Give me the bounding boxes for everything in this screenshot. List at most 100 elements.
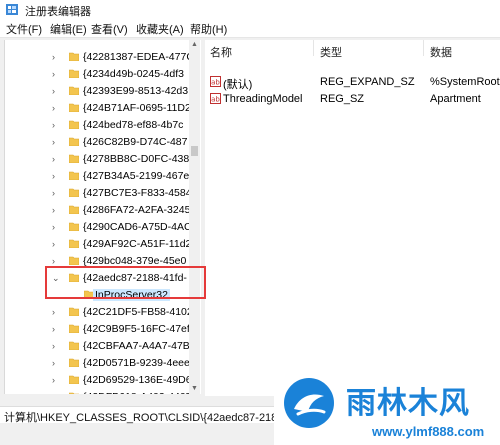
- folder-icon: [69, 341, 79, 350]
- tree-key[interactable]: › {42CBFAA7-A4A7-47B: [5, 338, 201, 355]
- tree-key[interactable]: › {4286FA72-A2FA-3245: [5, 202, 201, 219]
- value-name: ThreadingModel: [223, 93, 303, 105]
- tree-key-label: {4234d49b-0245-4df3: [83, 68, 185, 80]
- tree-key-label: {42D0571B-9239-4eee: [83, 357, 190, 369]
- folder-icon: [69, 256, 79, 265]
- tree-scrollbar[interactable]: ▲ ▼: [189, 40, 200, 394]
- folder-icon: [69, 392, 79, 394]
- tree-key[interactable]: › {42393E99-8513-42d3: [5, 83, 201, 100]
- value-name: (默认): [223, 79, 253, 91]
- tree-key-label: {429AF92C-A51F-11d2: [83, 238, 192, 250]
- chevron-right-icon[interactable]: ›: [52, 205, 60, 215]
- menu-edit[interactable]: 编辑(E): [50, 21, 87, 37]
- folder-icon: [69, 52, 79, 61]
- tree-key[interactable]: › {427BC7E3-F833-4584: [5, 185, 201, 202]
- string-value-icon: ab: [210, 76, 221, 87]
- tree-key[interactable]: › {4278BB8C-D0FC-4380: [5, 151, 201, 168]
- tree-key-label: {42CBFAA7-A4A7-47B: [83, 340, 190, 352]
- menu-help[interactable]: 帮助(H): [190, 21, 227, 37]
- menu-favorites[interactable]: 收藏夹(A): [136, 21, 184, 37]
- watermark-title: 雨林木风: [346, 386, 470, 421]
- tree-key[interactable]: › {424B71AF-0695-11D2: [5, 100, 201, 117]
- tree-key-label: {4286FA72-A2FA-3245: [83, 204, 191, 216]
- chevron-right-icon[interactable]: ›: [52, 307, 60, 317]
- highlight-annotation: [45, 266, 206, 299]
- tree-key-label: {42281387-EDEA-477C: [83, 51, 194, 63]
- tree-key[interactable]: › {42281387-EDEA-477C: [5, 49, 201, 66]
- value-type: REG_EXPAND_SZ: [320, 76, 415, 88]
- folder-icon: [69, 86, 79, 95]
- tree-key[interactable]: › {42D69529-136E-49D6: [5, 372, 201, 389]
- menu-view[interactable]: 查看(V): [91, 21, 128, 37]
- tree-key[interactable]: › {42C21DF5-FB58-4102: [5, 304, 201, 321]
- tree-key[interactable]: › {429AF92C-A51F-11d2: [5, 236, 201, 253]
- chevron-right-icon[interactable]: ›: [52, 358, 60, 368]
- folder-icon: [69, 375, 79, 384]
- chevron-right-icon[interactable]: ›: [52, 222, 60, 232]
- folder-icon: [69, 154, 79, 163]
- status-path: 计算机\HKEY_CLASSES_ROOT\CLSID\{42aedc87-21…: [4, 412, 288, 424]
- tree-key-label: {42393E99-8513-42d3: [83, 85, 189, 97]
- value-row[interactable]: ab ThreadingModel REG_SZ Apartment: [205, 91, 500, 108]
- folder-icon: [69, 307, 79, 316]
- tree-key-label: {424B71AF-0695-11D2: [83, 102, 191, 114]
- tree-key-label: {42DFB618-A403-4407: [83, 391, 192, 394]
- column-separator[interactable]: [313, 40, 314, 56]
- folder-icon: [69, 120, 79, 129]
- tree-key-label: {42C21DF5-FB58-4102: [83, 306, 193, 318]
- chevron-right-icon[interactable]: ›: [52, 324, 60, 334]
- tree-key-label: {424bed78-ef88-4b7c: [83, 119, 184, 131]
- chevron-right-icon[interactable]: ›: [52, 171, 60, 181]
- window-title: 注册表编辑器: [25, 6, 91, 18]
- folder-icon: [69, 324, 79, 333]
- tree-key[interactable]: › {42D0571B-9239-4eee: [5, 355, 201, 372]
- folder-icon: [69, 137, 79, 146]
- tree-key[interactable]: › {4234d49b-0245-4df3: [5, 66, 201, 83]
- chevron-right-icon[interactable]: ›: [52, 52, 60, 62]
- folder-icon: [69, 205, 79, 214]
- chevron-right-icon[interactable]: ›: [52, 103, 60, 113]
- chevron-right-icon[interactable]: ›: [52, 86, 60, 96]
- value-data: Apartment: [430, 93, 481, 105]
- folder-icon: [69, 358, 79, 367]
- chevron-right-icon[interactable]: ›: [52, 188, 60, 198]
- string-value-icon: ab: [210, 93, 221, 104]
- scroll-up-arrow-icon[interactable]: ▲: [190, 40, 199, 50]
- chevron-right-icon[interactable]: ›: [52, 137, 60, 147]
- chevron-right-icon[interactable]: ›: [52, 154, 60, 164]
- chevron-right-icon[interactable]: ›: [52, 256, 60, 266]
- tree-key[interactable]: › {426C82B9-D74C-487: [5, 134, 201, 151]
- menu-file[interactable]: 文件(F): [6, 21, 42, 37]
- brand-logo-icon: [284, 378, 334, 428]
- svg-text:ab: ab: [211, 96, 220, 104]
- key-tree[interactable]: › {42281387-EDEA-477C › {4234d49b-0245-4df3…: [4, 40, 201, 394]
- tree-key-label: {42D69529-136E-49D6: [83, 374, 192, 386]
- tree-key[interactable]: › {42C9B9F5-16FC-47ef: [5, 321, 201, 338]
- chevron-right-icon[interactable]: ›: [52, 69, 60, 79]
- tree-key-label: {426C82B9-D74C-487: [83, 136, 188, 148]
- folder-icon: [69, 69, 79, 78]
- scroll-down-arrow-icon[interactable]: ▼: [190, 384, 199, 394]
- value-row[interactable]: ab (默认) REG_EXPAND_SZ %SystemRoot%: [205, 74, 500, 91]
- chevron-right-icon[interactable]: ›: [52, 375, 60, 385]
- regedit-icon: [6, 4, 18, 15]
- title-bar: 注册表编辑器: [0, 0, 500, 19]
- chevron-right-icon[interactable]: ›: [52, 341, 60, 351]
- column-header-name[interactable]: 名称: [210, 44, 232, 60]
- chevron-right-icon[interactable]: ›: [52, 239, 60, 249]
- tree-key[interactable]: › {42DFB618-A403-4407: [5, 389, 201, 394]
- chevron-right-icon[interactable]: ›: [52, 120, 60, 130]
- tree-key[interactable]: › {424bed78-ef88-4b7c: [5, 117, 201, 134]
- tree-key[interactable]: › {427B34A5-2199-467e: [5, 168, 201, 185]
- column-header-data[interactable]: 数据: [430, 44, 452, 60]
- chevron-right-icon[interactable]: ›: [52, 392, 60, 394]
- values-list[interactable]: 名称 类型 数据 ab (默认) REG_EXPAND_SZ %SystemRo…: [205, 40, 500, 396]
- tree-key-label: {4278BB8C-D0FC-4380: [83, 153, 196, 165]
- tree-key-label: {427B34A5-2199-467e: [83, 170, 190, 182]
- folder-icon: [69, 239, 79, 248]
- watermark: 雨林木风 www.ylmf888.com: [274, 370, 500, 445]
- tree-key[interactable]: › {4290CAD6-A75D-4AC: [5, 219, 201, 236]
- scroll-thumb[interactable]: [191, 146, 198, 156]
- column-separator[interactable]: [423, 40, 424, 56]
- column-header-type[interactable]: 类型: [320, 44, 342, 60]
